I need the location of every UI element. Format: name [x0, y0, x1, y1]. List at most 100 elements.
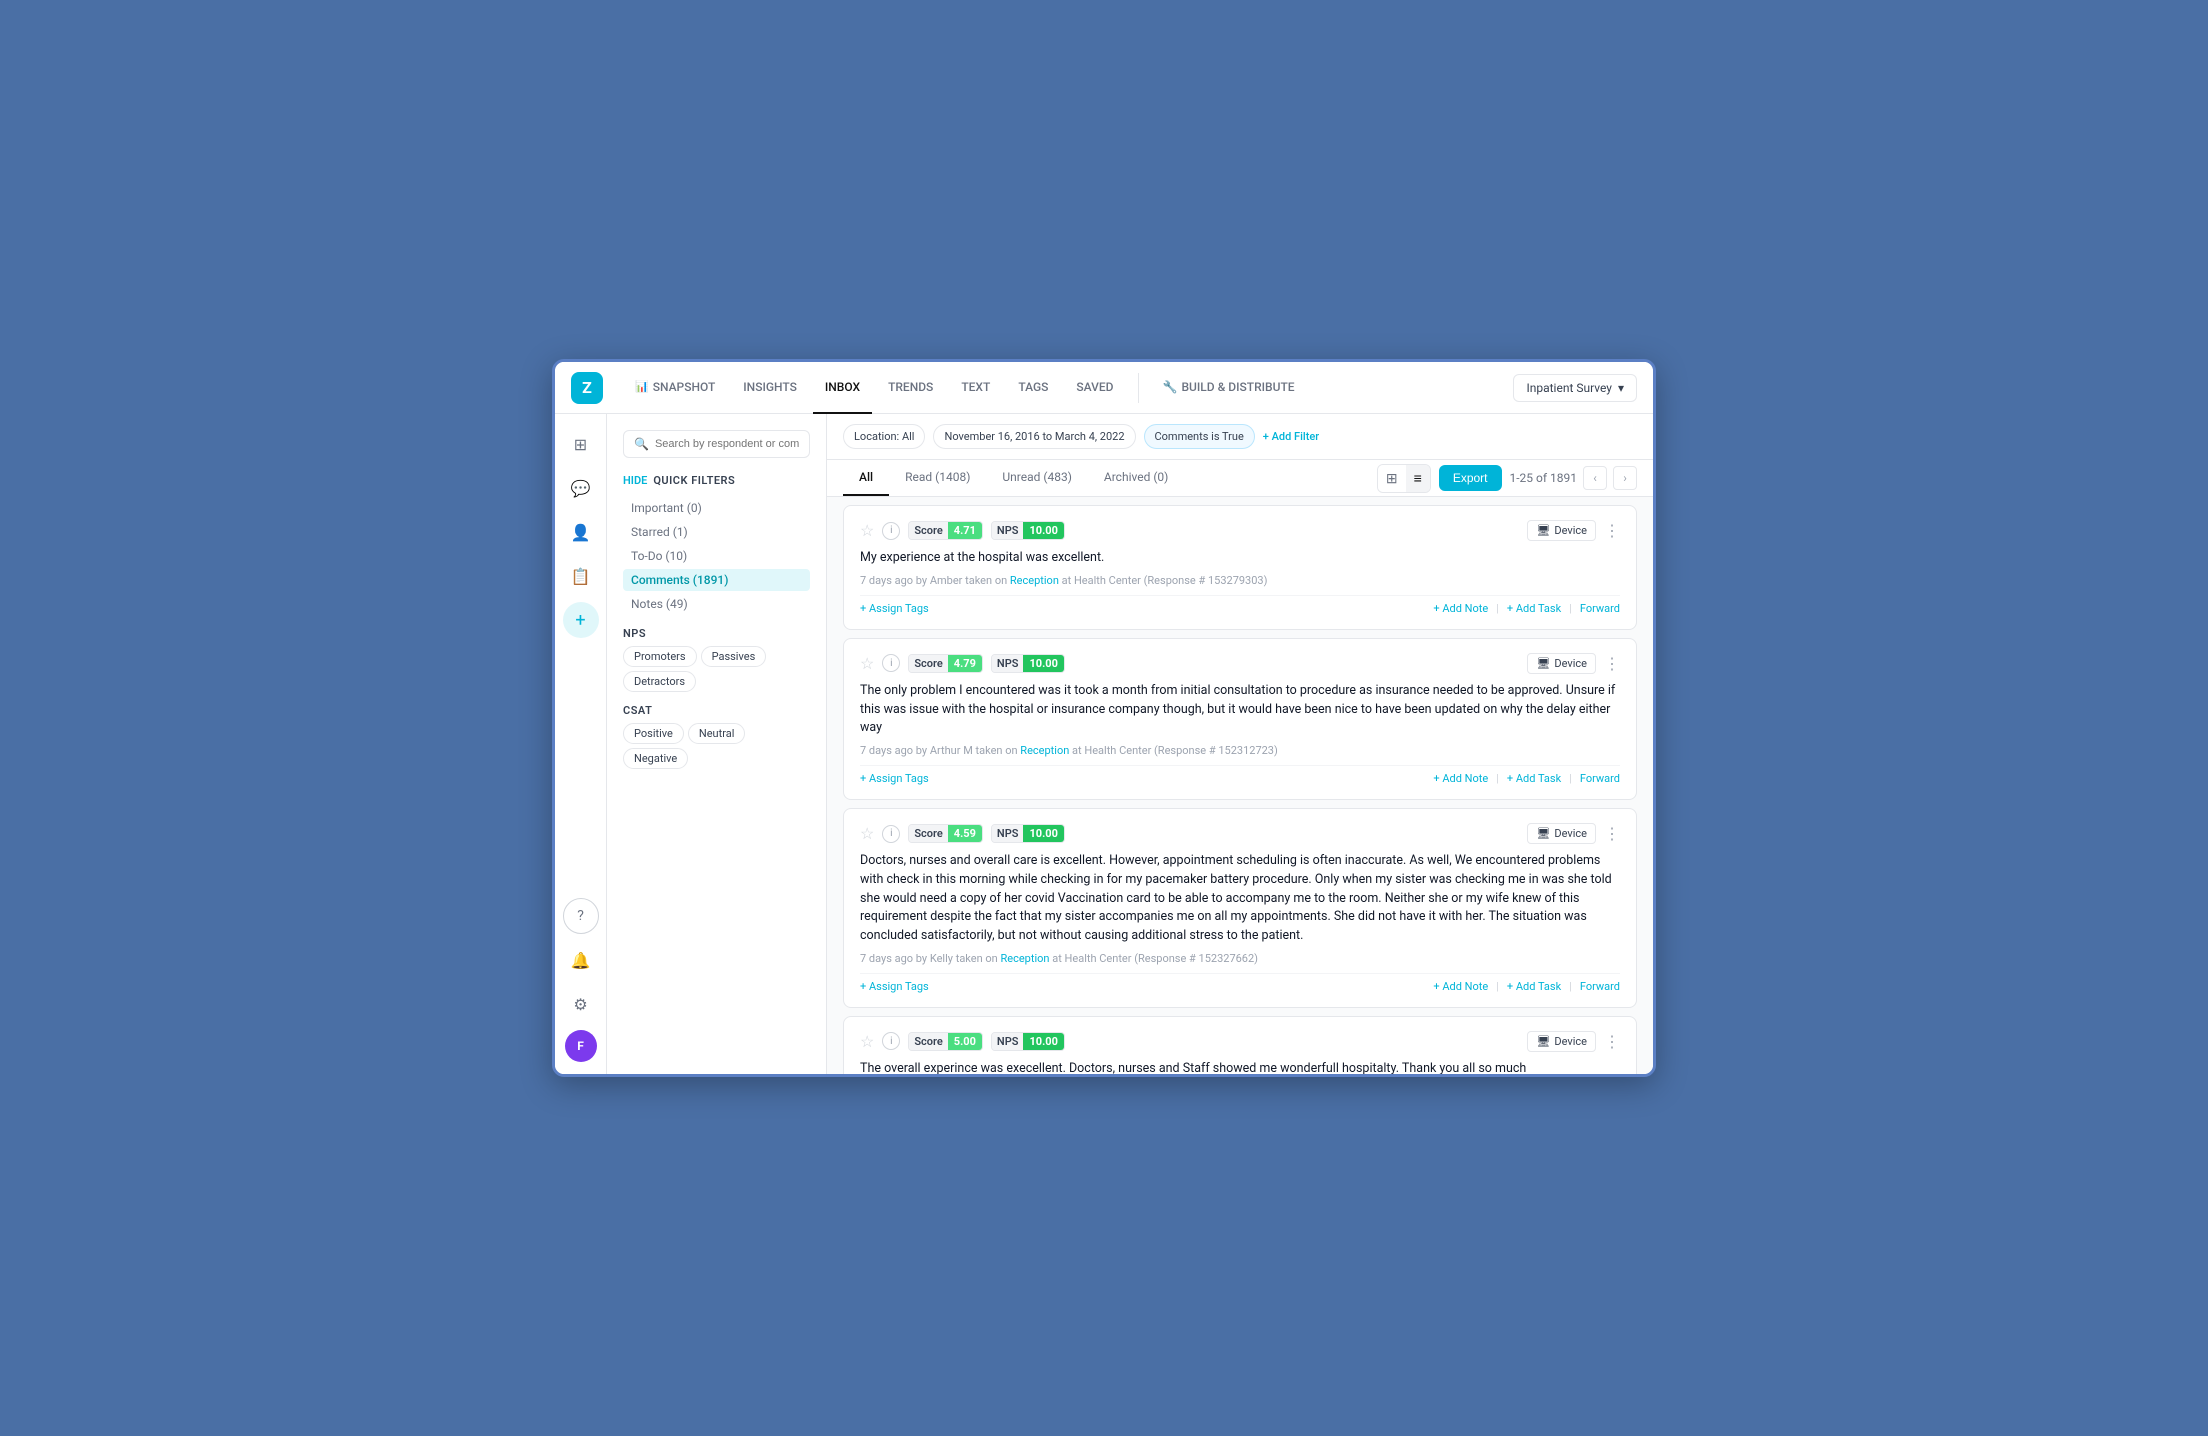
csat-tag-positive[interactable]: Positive — [623, 723, 684, 744]
search-input[interactable] — [655, 438, 799, 450]
survey-selector[interactable]: Inpatient Survey ▾ — [1513, 374, 1637, 402]
nav-trends[interactable]: TRENDS — [876, 362, 945, 414]
nps-tag-detractors[interactable]: Detractors — [623, 671, 696, 692]
add-note-button[interactable]: + Add Note — [1433, 980, 1488, 993]
view-list-button[interactable]: ≡ — [1406, 465, 1430, 492]
next-page-button[interactable]: › — [1613, 466, 1637, 490]
filter-todo[interactable]: To-Do (10) — [623, 545, 810, 567]
score-badge: Score 4.59 — [908, 824, 983, 843]
star-button[interactable]: ☆ — [860, 521, 874, 540]
icon-sidebar-bottom: ? 🔔 ⚙ F — [563, 898, 599, 1062]
csat-tag-neutral[interactable]: Neutral — [688, 723, 746, 744]
info-button[interactable]: i — [882, 654, 900, 672]
view-toggle: ⊞ ≡ — [1377, 464, 1431, 493]
nav-separator — [1138, 373, 1139, 403]
response-text: The overall experince was execellent. Do… — [860, 1060, 1620, 1074]
nav-items: 📊 SNAPSHOT INSIGHTS INBOX TRENDS TEXT TA… — [623, 362, 1513, 414]
response-text: The only problem I encountered was it to… — [860, 682, 1620, 738]
sidebar-icon-calendar[interactable]: 📋 — [563, 558, 599, 594]
filter-important[interactable]: Important (0) — [623, 497, 810, 519]
assign-tags-button[interactable]: + Assign Tags — [860, 980, 929, 993]
filter-chip-comments[interactable]: Comments is True — [1144, 424, 1255, 449]
assign-tags-button[interactable]: + Assign Tags — [860, 772, 929, 785]
sidebar-icon-plus[interactable]: + — [563, 602, 599, 638]
sidebar-icon-gear[interactable]: ⚙ — [563, 986, 599, 1022]
more-options-button[interactable]: ⋮ — [1604, 521, 1620, 540]
search-icon: 🔍 — [634, 437, 649, 451]
filter-notes[interactable]: Notes (49) — [623, 593, 810, 615]
filter-comments[interactable]: Comments (1891) — [623, 569, 810, 591]
forward-button[interactable]: Forward — [1580, 602, 1620, 615]
response-card: ☆ i Score 4.59 NPS 10.00 🖥 — [843, 808, 1637, 1008]
filter-chip-location[interactable]: Location: All — [843, 424, 925, 449]
export-button[interactable]: Export — [1439, 465, 1502, 491]
quick-filters-title: QUICK FILTERS — [653, 474, 735, 487]
add-note-button[interactable]: + Add Note — [1433, 602, 1488, 615]
add-task-button[interactable]: + Add Task — [1507, 980, 1561, 993]
add-task-button[interactable]: + Add Task — [1507, 602, 1561, 615]
pagination: 1-25 of 1891 ‹ › — [1510, 466, 1638, 490]
info-button[interactable]: i — [882, 825, 900, 843]
filter-starred[interactable]: Starred (1) — [623, 521, 810, 543]
sidebar-icon-grid[interactable]: ⊞ — [563, 426, 599, 462]
tab-unread[interactable]: Unread (483) — [986, 460, 1088, 496]
app-logo[interactable]: Z — [571, 372, 603, 404]
hide-label[interactable]: HIDE — [623, 474, 647, 487]
info-button[interactable]: i — [882, 522, 900, 540]
location-link[interactable]: Reception — [1000, 952, 1049, 965]
sidebar-icon-person[interactable]: 👤 — [563, 514, 599, 550]
device-icon: 🖥 — [1536, 657, 1550, 670]
response-text: Doctors, nurses and overall care is exce… — [860, 852, 1620, 946]
response-meta: 7 days ago by Arthur M taken on Receptio… — [860, 744, 1620, 757]
forward-button[interactable]: Forward — [1580, 980, 1620, 993]
filter-chip-date[interactable]: November 16, 2016 to March 4, 2022 — [933, 424, 1135, 449]
card-header: ☆ i Score 4.59 NPS 10.00 🖥 — [860, 823, 1620, 844]
assign-tags-button[interactable]: + Assign Tags — [860, 602, 929, 615]
device-button[interactable]: 🖥 Device — [1527, 520, 1596, 541]
card-header: ☆ i Score 4.79 NPS 10.00 🖥 — [860, 653, 1620, 674]
add-note-button[interactable]: + Add Note — [1433, 772, 1488, 785]
sidebar-icon-bell[interactable]: 🔔 — [563, 942, 599, 978]
info-button[interactable]: i — [882, 1032, 900, 1050]
device-button[interactable]: 🖥 Device — [1527, 1031, 1596, 1052]
main-layout: ⊞ 💬 👤 📋 + ? 🔔 ⚙ F 🔍 HIDE QUICK FILTERS I — [555, 414, 1653, 1074]
prev-page-button[interactable]: ‹ — [1583, 466, 1607, 490]
nav-inbox[interactable]: INBOX — [813, 362, 872, 414]
tab-read[interactable]: Read (1408) — [889, 460, 986, 496]
location-link[interactable]: Reception — [1010, 574, 1059, 587]
device-button[interactable]: 🖥 Device — [1527, 823, 1596, 844]
score-badge: Score 4.79 — [908, 654, 983, 673]
location-link[interactable]: Reception — [1020, 744, 1069, 757]
star-button[interactable]: ☆ — [860, 824, 874, 843]
view-grid-button[interactable]: ⊞ — [1378, 465, 1406, 492]
sidebar-icon-help[interactable]: ? — [563, 898, 599, 934]
nav-snapshot[interactable]: 📊 SNAPSHOT — [623, 362, 727, 414]
tab-archived[interactable]: Archived (0) — [1088, 460, 1184, 496]
star-button[interactable]: ☆ — [860, 654, 874, 673]
nav-build[interactable]: 🔧 BUILD & DISTRIBUTE — [1151, 362, 1307, 414]
more-options-button[interactable]: ⋮ — [1604, 1032, 1620, 1051]
response-meta: 7 days ago by Amber taken on Reception a… — [860, 574, 1620, 587]
user-avatar[interactable]: F — [565, 1030, 597, 1062]
search-box[interactable]: 🔍 — [623, 430, 810, 458]
nps-tag-promoters[interactable]: Promoters — [623, 646, 697, 667]
add-filter-button[interactable]: + Add Filter — [1263, 430, 1319, 443]
add-task-button[interactable]: + Add Task — [1507, 772, 1561, 785]
star-button[interactable]: ☆ — [860, 1032, 874, 1051]
device-button[interactable]: 🖥 Device — [1527, 653, 1596, 674]
nav-insights[interactable]: INSIGHTS — [731, 362, 809, 414]
tab-all[interactable]: All — [843, 460, 889, 496]
nps-tag-passives[interactable]: Passives — [701, 646, 767, 667]
more-options-button[interactable]: ⋮ — [1604, 654, 1620, 673]
card-header: ☆ i Score 5.00 NPS 10.00 🖥 — [860, 1031, 1620, 1052]
csat-tag-negative[interactable]: Negative — [623, 748, 688, 769]
nav-saved[interactable]: SAVED — [1064, 362, 1125, 414]
nav-right: Inpatient Survey ▾ — [1513, 374, 1637, 402]
score-badge: Score 5.00 — [908, 1032, 983, 1051]
card-action-links: + Add Note | + Add Task | Forward — [1433, 602, 1620, 615]
nav-text[interactable]: TEXT — [949, 362, 1002, 414]
nav-tags[interactable]: TAGS — [1006, 362, 1060, 414]
more-options-button[interactable]: ⋮ — [1604, 824, 1620, 843]
forward-button[interactable]: Forward — [1580, 772, 1620, 785]
sidebar-icon-chat[interactable]: 💬 — [563, 470, 599, 506]
